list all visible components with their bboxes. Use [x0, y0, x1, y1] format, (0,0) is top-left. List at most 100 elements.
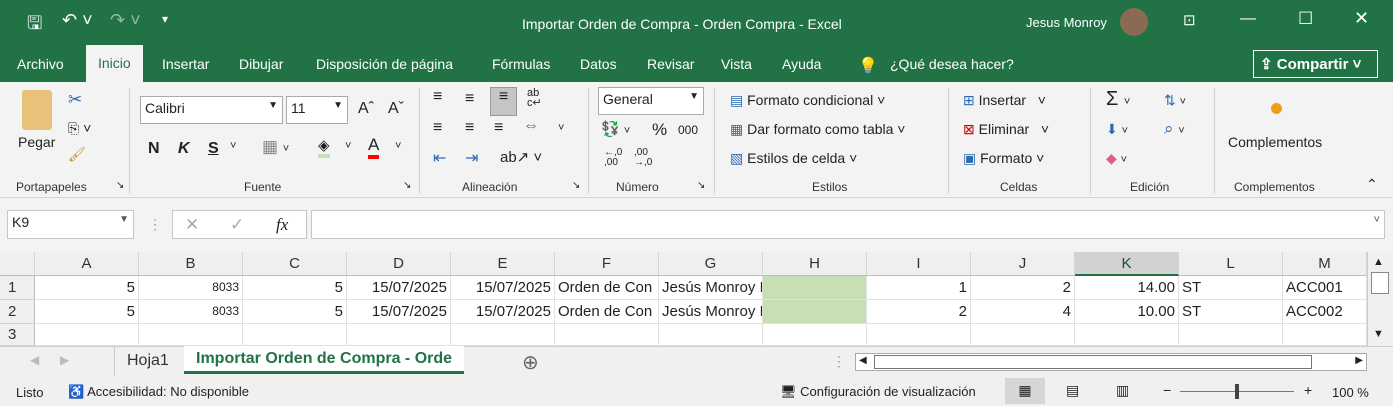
cell-D3[interactable] [347, 324, 451, 346]
cell-C2[interactable]: 5 [243, 300, 347, 324]
maximize-icon[interactable]: ☐ [1298, 9, 1313, 29]
cell-C3[interactable] [243, 324, 347, 346]
font-name-select[interactable]: Calibri ▼ [140, 96, 283, 124]
accessibility-status[interactable]: ♿ Accesibilidad: No disponible [68, 384, 249, 400]
cancel-icon[interactable]: ✕ [185, 215, 199, 235]
cell-F2[interactable]: Orden de Con [555, 300, 659, 324]
minimize-icon[interactable]: — [1240, 10, 1256, 28]
tab-insertar[interactable]: Insertar [162, 53, 209, 75]
cell-M3[interactable] [1283, 324, 1367, 346]
cell-B1[interactable]: 8033 [139, 276, 243, 300]
orientation-icon[interactable]: ab↗ ˅ [500, 148, 542, 166]
sheet-tab-importar[interactable]: Importar Orden de Compra - Orde [184, 346, 465, 374]
align-right-icon[interactable]: ≡ [494, 119, 503, 137]
font-size-select[interactable]: 11 ▼ [286, 96, 348, 124]
clear-icon[interactable]: ◆ ˅ [1106, 150, 1127, 167]
cell-B3[interactable] [139, 324, 243, 346]
cell-I3[interactable] [867, 324, 971, 346]
column-header-A[interactable]: A [35, 252, 139, 276]
align-center-icon[interactable]: ≡ [465, 119, 474, 137]
add-sheet-icon[interactable]: ⊕ [522, 350, 539, 375]
column-header-D[interactable]: D [347, 252, 451, 276]
tab-datos[interactable]: Datos [580, 53, 617, 75]
share-button[interactable]: ⇪ Compartir ˅ [1253, 50, 1378, 78]
cell-J1[interactable]: 2 [971, 276, 1075, 300]
format-as-table-button[interactable]: ▦ Dar formato como tabla ˅ [730, 121, 906, 138]
conditional-format-button[interactable]: ▤ Formato condicional ˅ [730, 92, 885, 109]
fill-dropdown-icon[interactable]: ˅ [345, 140, 351, 152]
splitter-icon[interactable]: ⋮ [832, 353, 846, 370]
paste-button[interactable]: Pegar [18, 134, 55, 150]
column-header-F[interactable]: F [555, 252, 659, 276]
name-box[interactable]: K9 ▼ [7, 210, 134, 239]
page-break-icon[interactable]: ▥ [1116, 382, 1129, 399]
scroll-right-icon[interactable]: ▶ [1355, 355, 1363, 366]
tab-vista[interactable]: Vista [721, 53, 752, 75]
font-color-icon[interactable]: A [368, 135, 380, 159]
close-icon[interactable]: ✕ [1354, 8, 1369, 29]
zoom-out-button[interactable]: − [1163, 382, 1171, 398]
dialog-launcher-icon[interactable]: ↘ [572, 180, 580, 191]
increase-font-icon[interactable]: Aˆ [358, 100, 374, 118]
wrap-text-icon[interactable]: ab c↵ [527, 88, 542, 109]
cell-E2[interactable]: 15/07/2025 [451, 300, 555, 324]
decrease-indent-icon[interactable]: ⇤ [433, 148, 446, 168]
cell-K2[interactable]: 10.00 [1075, 300, 1179, 324]
scroll-up-icon[interactable]: ▲ [1373, 256, 1384, 268]
tab-dibujar[interactable]: Dibujar [239, 53, 283, 75]
cell-D1[interactable]: 15/07/2025 [347, 276, 451, 300]
thousands-separator-icon[interactable]: 000 [678, 123, 698, 137]
tell-me-input[interactable]: ¿Qué desea hacer? [890, 53, 1014, 75]
cell-L1[interactable]: ST [1179, 276, 1283, 300]
cell-A2[interactable]: 5 [35, 300, 139, 324]
avatar[interactable] [1120, 8, 1148, 36]
redo-icon[interactable]: ↷ ˅ [110, 10, 141, 31]
column-header-E[interactable]: E [451, 252, 555, 276]
cell-L2[interactable]: ST [1179, 300, 1283, 324]
fill-color-icon[interactable]: ◈ [318, 136, 330, 158]
cell-L3[interactable] [1179, 324, 1283, 346]
column-header-I[interactable]: I [867, 252, 971, 276]
tab-disposicion[interactable]: Disposición de página [316, 53, 453, 75]
cell-F3[interactable] [555, 324, 659, 346]
addins-icon[interactable] [1271, 103, 1282, 114]
scroll-left-icon[interactable]: ◀ [859, 355, 867, 366]
tab-archivo[interactable]: Archivo [17, 53, 64, 75]
cell-G2[interactable]: Jesús Monroy I [659, 300, 763, 324]
copy-icon[interactable]: ⎘ ˅ [68, 120, 91, 137]
ribbon-display-icon[interactable]: ⊡ [1183, 11, 1196, 29]
align-top-icon[interactable]: ≡ [433, 88, 442, 106]
cell-styles-button[interactable]: ▧ Estilos de celda ˅ [730, 150, 857, 167]
cell-H2[interactable] [763, 300, 867, 324]
delete-cells-button[interactable]: ⊠ Eliminar ˅ [963, 121, 1049, 138]
cell-K1[interactable]: 14.00 [1075, 276, 1179, 300]
cell-B2[interactable]: 8033 [139, 300, 243, 324]
addins-button[interactable]: Complementos [1228, 134, 1322, 150]
tab-revisar[interactable]: Revisar [647, 53, 694, 75]
cell-A1[interactable]: 5 [35, 276, 139, 300]
insert-function-button[interactable]: fx [276, 215, 288, 235]
vertical-scrollbar[interactable]: ▲ ▼ [1367, 252, 1393, 346]
zoom-in-button[interactable]: + [1304, 382, 1312, 398]
sheet-tab-hoja1[interactable]: Hoja1 [114, 347, 181, 376]
bold-button[interactable]: N [148, 140, 160, 158]
merge-center-icon[interactable]: ⇔ [523, 117, 539, 135]
cell-G3[interactable] [659, 324, 763, 346]
underline-dropdown-icon[interactable]: ˅ [230, 140, 236, 152]
horizontal-scrollbar[interactable]: ◀ ▶ [855, 353, 1367, 371]
borders-icon[interactable]: ▦ ˅ [262, 137, 289, 157]
format-painter-icon[interactable]: 🖌 [68, 146, 86, 163]
number-format-select[interactable]: General ▼ [598, 87, 704, 115]
undo-icon[interactable]: ↶ ˅ [62, 10, 93, 31]
cell-M2[interactable]: ACC002 [1283, 300, 1367, 324]
cell-K3[interactable] [1075, 324, 1179, 346]
cell-F1[interactable]: Orden de Con [555, 276, 659, 300]
cell-I1[interactable]: 1 [867, 276, 971, 300]
find-select-icon[interactable]: ⌕ ˅ [1164, 119, 1185, 139]
merge-dropdown-icon[interactable]: ˅ [558, 122, 564, 134]
underline-button[interactable]: S [208, 140, 219, 158]
autosum-icon[interactable]: Σ ˅ [1106, 88, 1130, 111]
dialog-launcher-icon[interactable]: ↘ [116, 180, 124, 191]
row-header[interactable]: 2 [0, 300, 35, 324]
tab-inicio[interactable]: Inicio [86, 45, 143, 82]
